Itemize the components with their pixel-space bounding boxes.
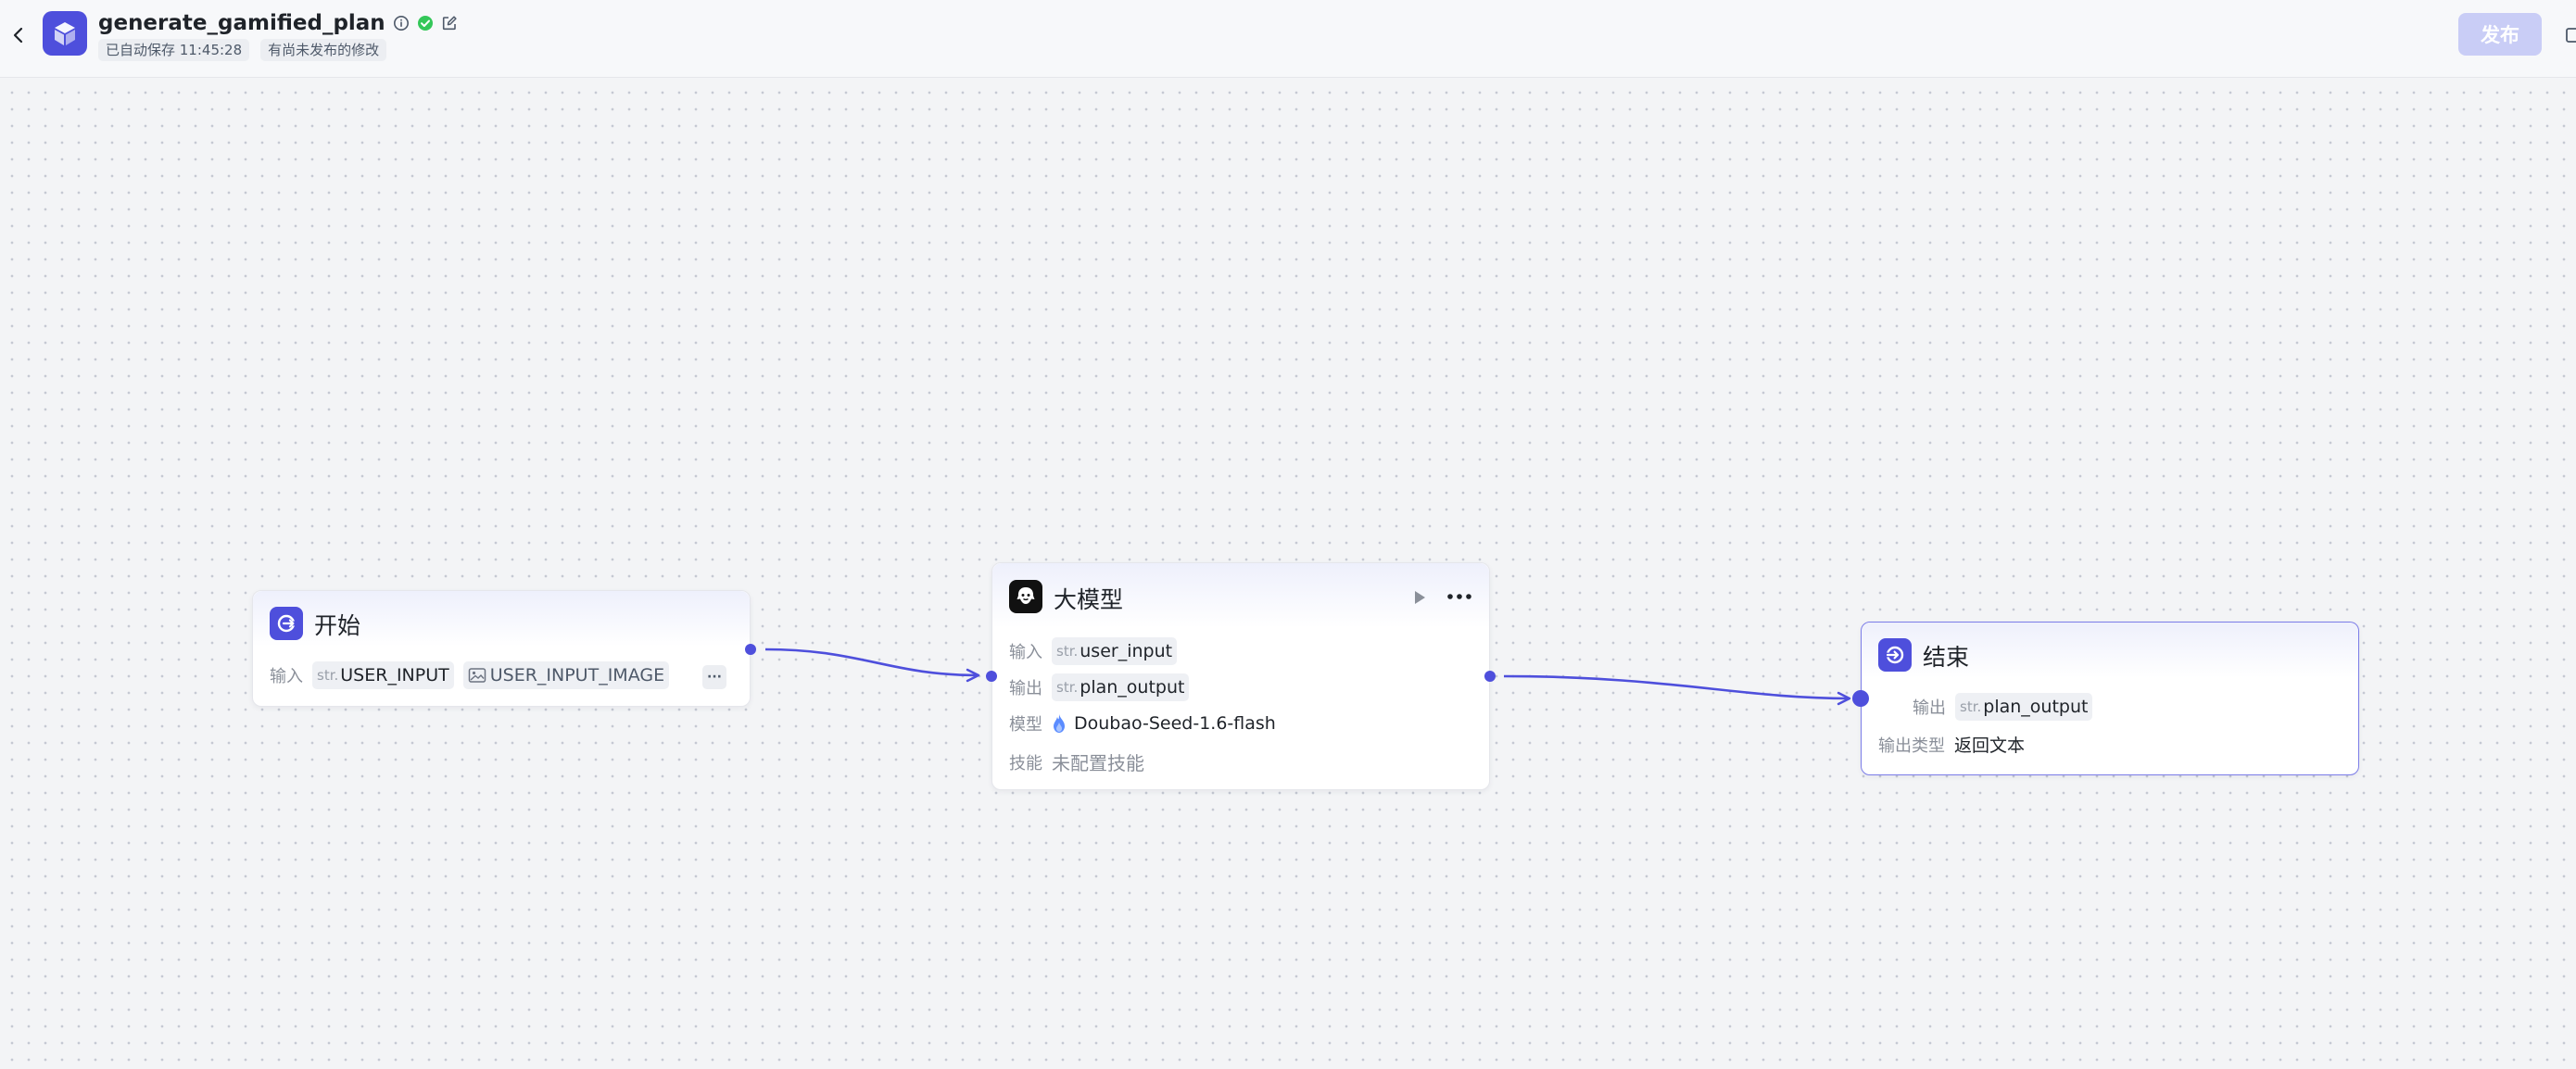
llm-node-title: 大模型: [1054, 586, 1124, 613]
start-node-icon: [270, 607, 303, 640]
start-output-port[interactable]: [745, 644, 756, 655]
param-name: user_input: [1080, 641, 1173, 661]
type-prefix: str.: [1056, 643, 1079, 660]
param-chip: str. plan_output: [1052, 673, 1190, 701]
output-type-label: 输出类型: [1878, 736, 1945, 756]
more-params-button[interactable]: ···: [702, 665, 726, 689]
end-node[interactable]: 结束 输出 str. plan_output 输出类型 返回文本: [1852, 622, 2359, 775]
output-type-value: 返回文本: [1954, 736, 2026, 756]
model-name: Doubao-Seed-1.6-flash: [1074, 713, 1276, 734]
param-chip: str. user_input: [1052, 637, 1178, 665]
input-label: 输入: [1009, 643, 1042, 662]
panel-toggle-icon[interactable]: [2565, 26, 2576, 44]
status-row: 已自动保存 11:45:28 有尚未发布的修改: [98, 39, 387, 61]
model-label: 模型: [1009, 715, 1042, 735]
type-prefix: str.: [317, 667, 339, 684]
edit-icon[interactable]: [441, 15, 458, 31]
cube-icon: [43, 11, 87, 56]
info-icon[interactable]: [393, 15, 410, 31]
end-node-title: 结束: [1923, 644, 1970, 671]
end-node-icon: [1878, 638, 1912, 672]
start-node-title: 开始: [314, 612, 361, 639]
flame-icon: [1054, 714, 1065, 733]
param-name: USER_INPUT: [340, 665, 449, 685]
type-prefix: str.: [1960, 698, 1982, 715]
start-node[interactable]: 开始 输入 str. USER_INPUT USER_INPUT_IMAGE ·…: [252, 590, 756, 707]
llm-output-row: 输出 str. plan_output: [1009, 673, 1190, 701]
param-chip: USER_INPUT_IMAGE: [462, 661, 670, 689]
llm-node-icon: [1009, 580, 1042, 613]
more-icon[interactable]: [1446, 593, 1472, 600]
type-prefix: str.: [1056, 679, 1079, 696]
end-output-row: 输出 str. plan_output: [1913, 693, 2093, 721]
image-icon: [468, 668, 486, 683]
skill-value: 未配置技能: [1052, 752, 1144, 774]
llm-skill-row: 技能 未配置技能: [1009, 748, 1144, 775]
llm-node[interactable]: 大模型 输入 str. user_input 输出 str. plan_outp…: [986, 562, 1496, 790]
param-name: plan_output: [1080, 677, 1185, 698]
autosave-badge: 已自动保存 11:45:28: [98, 39, 250, 61]
param-chip: str. USER_INPUT: [312, 661, 454, 689]
llm-output-port[interactable]: [1484, 671, 1496, 682]
llm-input-row: 输入 str. user_input: [1009, 637, 1178, 665]
play-icon[interactable]: [1411, 589, 1428, 606]
end-input-port[interactable]: [1852, 690, 1869, 707]
param-chip: str. plan_output: [1955, 693, 2093, 721]
param-name: plan_output: [1983, 697, 2089, 717]
input-label: 输入: [270, 667, 303, 686]
output-label: 输出: [1913, 698, 1946, 718]
end-output-type-row: 输出类型 返回文本: [1878, 732, 2025, 757]
unpublished-badge: 有尚未发布的修改: [260, 39, 387, 61]
chevron-left-icon: [13, 27, 23, 44]
llm-model-row: 模型 Doubao-Seed-1.6-flash: [1009, 711, 1276, 736]
workflow-header: generate_gamified_plan 已自动保存 11:45:28 有尚…: [0, 0, 2576, 78]
skill-label: 技能: [1009, 753, 1042, 773]
publish-button[interactable]: 发布: [2458, 13, 2542, 56]
check-circle-icon: [417, 15, 434, 31]
param-name: USER_INPUT_IMAGE: [489, 665, 665, 685]
title-row: generate_gamified_plan: [98, 7, 458, 39]
more-params-label: ···: [707, 670, 722, 685]
llm-input-port[interactable]: [986, 671, 997, 682]
start-input-row: 输入 str. USER_INPUT USER_INPUT_IMAGE: [270, 661, 670, 689]
back-button[interactable]: [6, 19, 32, 52]
output-label: 输出: [1009, 679, 1042, 698]
workflow-title: generate_gamified_plan: [98, 11, 385, 35]
